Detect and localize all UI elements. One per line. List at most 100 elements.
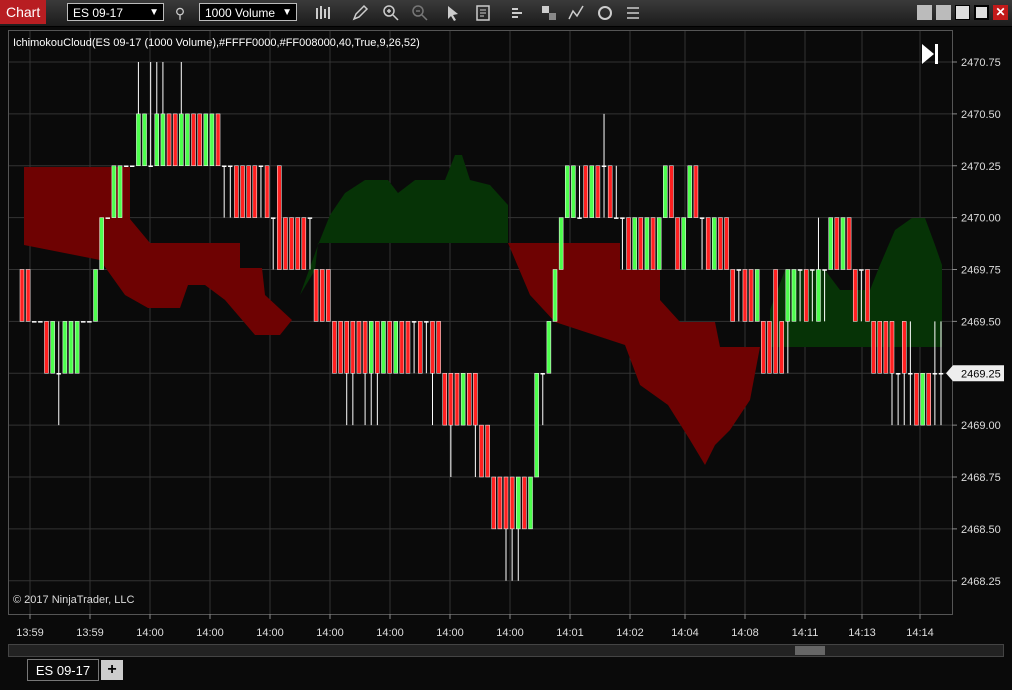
candle-body [289,217,294,270]
candle-body [313,269,319,322]
candle-body [632,217,637,270]
y-axis-label: 2469.00 [961,420,1001,432]
candle-body [215,113,221,166]
candle-body [589,165,595,218]
candle-body [705,217,711,270]
candle-body [479,424,484,478]
candle-body [779,321,784,374]
candle-body [417,321,423,374]
x-axis-label: 14:00 [376,627,404,639]
candle-body [883,321,889,374]
candle-body [871,321,876,374]
candle-body [908,373,913,375]
x-axis-label: 14:08 [731,627,759,639]
candle-body [748,269,754,322]
candle-body [375,321,380,374]
candle-body [264,165,270,218]
candle-body [607,165,613,218]
price-chart[interactable]: 2470.75 2470.50 2470.25 2470.00 2469.75 2469.… [0,0,1012,690]
candle-body [803,269,809,322]
candle-body [399,321,405,374]
candle-body [25,269,31,322]
candle-body [166,113,172,166]
x-axis-label: 13:59 [16,627,44,639]
candle-body [601,165,607,167]
x-axis-label: 14:13 [848,627,876,639]
tab-instrument[interactable]: ES 09-17 [27,659,99,681]
candle-body [62,321,68,374]
candle-body [773,269,778,374]
candle-body [81,321,86,323]
x-axis-label: 14:02 [616,627,644,639]
candle-body [430,321,435,374]
candle-body [74,321,80,374]
candle-body [687,165,693,218]
current-price-label: 2469.25 [961,368,1001,380]
candle-body [197,113,202,166]
copyright-text: © 2017 NinjaTrader, LLC [13,594,135,606]
scrollbar-thumb[interactable] [795,646,825,655]
candle-body [895,373,901,375]
candle-body [362,321,368,374]
horizontal-scrollbar[interactable] [8,644,1004,657]
candle-body [387,321,392,374]
candle-body [816,269,821,322]
add-tab-button[interactable]: + [101,660,123,680]
bear-cloud [508,243,760,465]
candle-body [485,424,490,478]
candle-body [938,373,944,375]
candle-body [123,165,129,167]
candle-body [454,373,460,426]
candle-body [785,269,791,322]
candle-body [460,373,466,426]
x-axis-label: 14:00 [196,627,224,639]
candle-body [736,269,742,271]
candle-body [877,321,882,374]
x-axis-label: 14:00 [496,627,524,639]
candle-body [754,269,760,322]
candle-body [534,373,539,478]
candle-body [528,476,533,530]
candle-body [295,217,300,270]
indicator-label: IchimokouCloud(ES 09-17 (1000 Volume),#F… [13,37,420,49]
candle-body [356,321,362,374]
candle-body [675,217,680,270]
bear-cloud [24,167,292,335]
candle-body [234,165,239,218]
candle-body [577,217,582,219]
candle-body [148,165,153,167]
candle-body [154,113,160,166]
candle-body [730,269,735,322]
candle-body [185,113,190,166]
candle-body [932,373,938,375]
x-axis-label: 14:00 [436,627,464,639]
candle-body [172,113,178,166]
candle-body [638,217,644,270]
candle-body [111,165,117,218]
candle-body [350,321,356,374]
candle-body [99,217,104,270]
candle-body [644,217,650,270]
candle-body [466,373,472,426]
candle-body [424,321,429,323]
scroll-to-end-icon[interactable] [920,42,940,66]
candle-body [571,165,576,218]
candle-body [38,321,43,323]
candle-body [712,217,717,270]
candle-body [228,165,233,167]
x-axis-label: 14:14 [906,627,934,639]
candle-body [840,217,846,270]
candle-body [810,269,815,271]
y-axis-label: 2468.50 [961,524,1001,536]
candle-body [405,321,411,374]
candle-body [595,165,601,218]
candle-body [767,321,772,374]
candle-body [179,113,184,166]
candle-body [889,321,895,374]
candle-body [865,269,870,322]
candle-body [522,476,527,530]
y-axis-label: 2470.00 [961,213,1001,225]
candle-body [473,373,478,426]
candle-body [914,373,919,426]
y-axis-label: 2468.25 [961,576,1001,588]
